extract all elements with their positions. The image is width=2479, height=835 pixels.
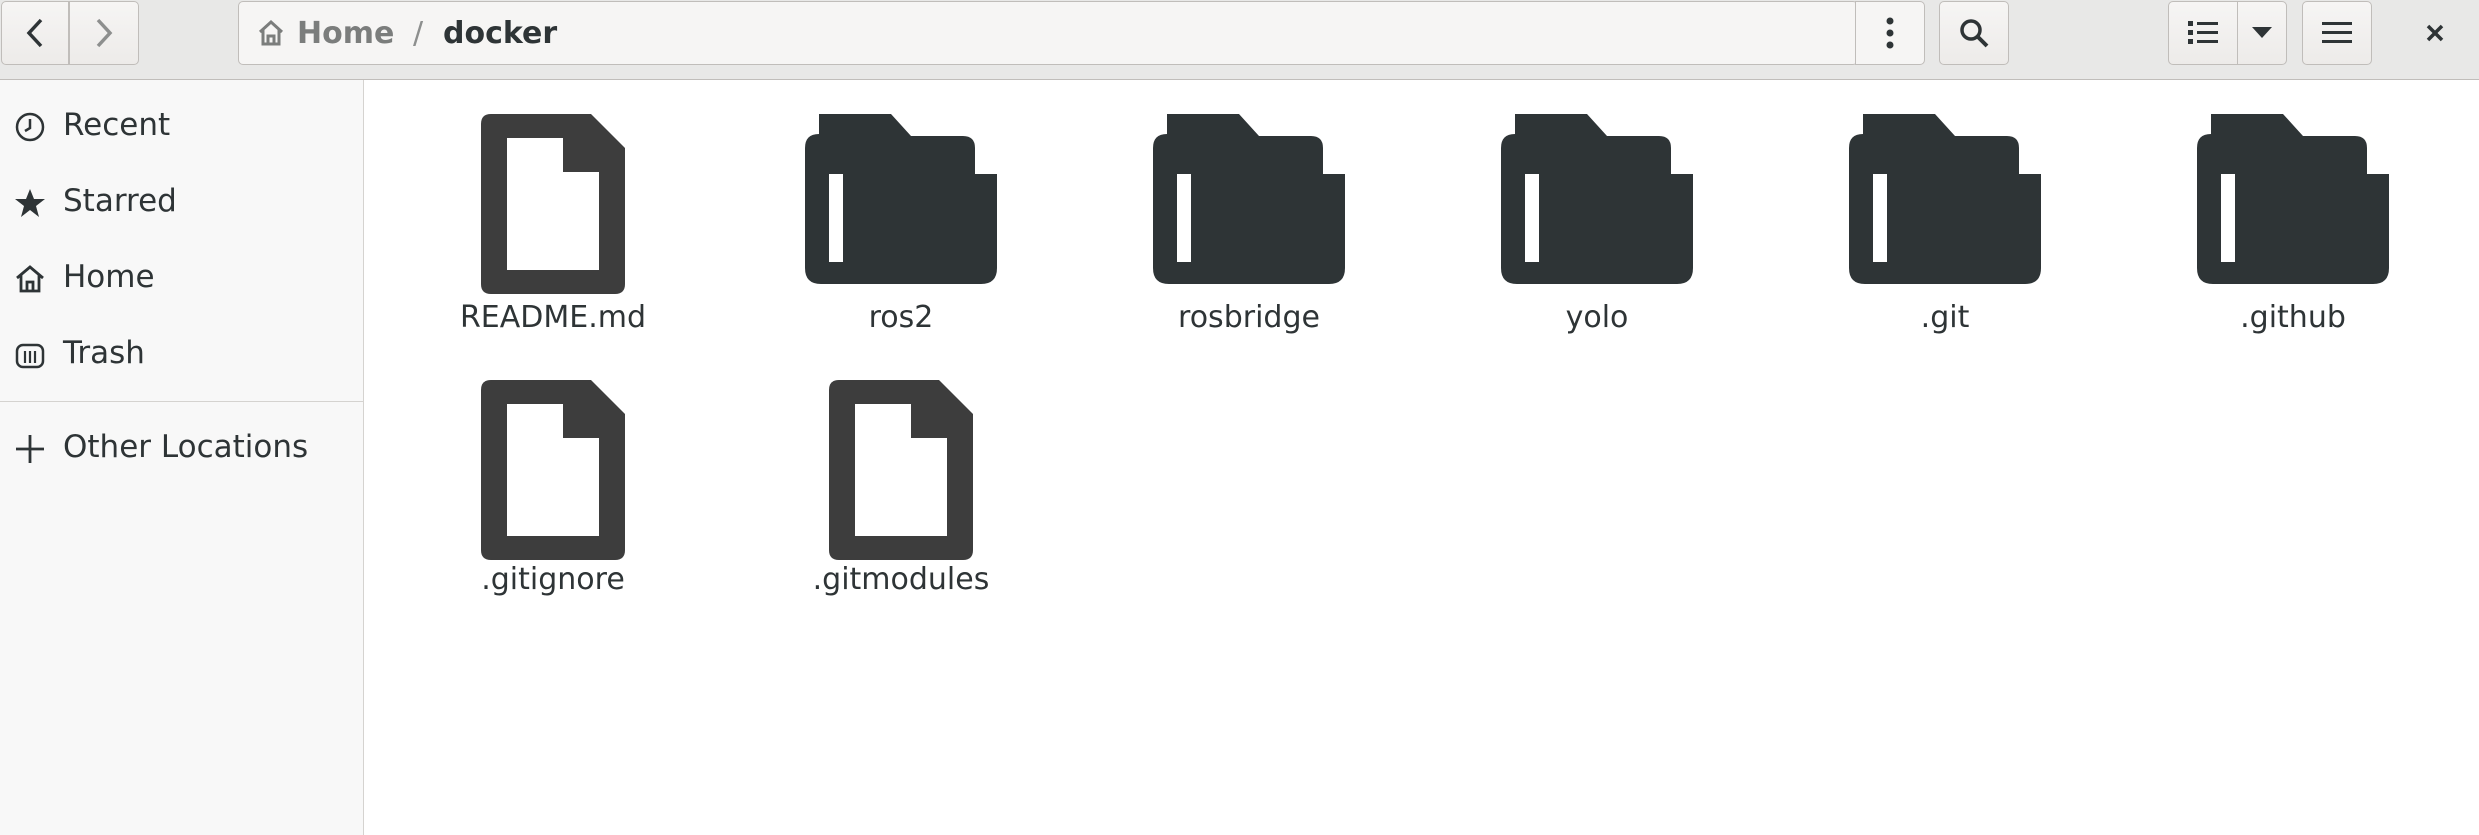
file-name: rosbridge <box>1178 300 1320 335</box>
file-name: .gitmodules <box>812 562 990 597</box>
file-item[interactable]: README.md <box>453 114 653 354</box>
main-menu-button[interactable] <box>2302 1 2372 65</box>
go-previous-icon <box>26 18 43 48</box>
sidebar-item-label: Recent <box>63 107 171 143</box>
file-name: .github <box>2240 300 2346 335</box>
open-menu-icon <box>2322 22 2352 43</box>
folder-item[interactable]: ros2 <box>801 114 1001 354</box>
go-next-icon <box>96 18 113 48</box>
file-name: README.md <box>459 300 647 335</box>
file-item[interactable]: .gitignore <box>453 380 653 620</box>
triangle-down-icon <box>2252 27 2272 38</box>
close-icon <box>2426 24 2444 42</box>
folder-icon <box>1849 114 2041 284</box>
folder-icon <box>1501 114 1693 284</box>
folder-icon <box>2197 114 2389 284</box>
search-icon <box>1960 19 1989 48</box>
home-icon <box>16 265 44 293</box>
file-name: ros2 <box>868 300 934 335</box>
sidebar-item-recent[interactable]: Recent <box>0 89 363 161</box>
folder-icon <box>805 114 997 284</box>
folder-item[interactable]: yolo <box>1497 114 1697 354</box>
text-file-icon <box>481 380 625 560</box>
folder-icon <box>1153 114 1345 284</box>
sidebar-divider <box>0 401 363 402</box>
sidebar-item-label: Home <box>63 259 155 295</box>
sidebar-item-label: Trash <box>63 335 145 371</box>
clock-icon <box>15 112 45 142</box>
breadcrumb-separator: / <box>413 15 424 51</box>
view-toggle-button[interactable] <box>2168 1 2238 65</box>
view-options-button[interactable] <box>2237 1 2287 65</box>
file-name: .git <box>1920 300 1970 335</box>
folder-item[interactable]: .git <box>1845 114 2045 354</box>
trash-icon <box>15 343 45 369</box>
text-file-icon <box>829 380 973 560</box>
close-button[interactable] <box>2400 1 2470 65</box>
back-button[interactable] <box>1 1 69 65</box>
file-view: README.md ros2 rosbridge yolo .git .gith… <box>364 80 2479 835</box>
star-icon <box>15 189 45 217</box>
list-view-icon <box>2188 21 2218 44</box>
plus-icon <box>16 435 44 463</box>
folder-item[interactable]: rosbridge <box>1149 114 1349 354</box>
file-item[interactable]: .gitmodules <box>801 380 1001 620</box>
forward-button[interactable] <box>69 1 139 65</box>
file-name: .gitignore <box>481 562 625 597</box>
file-name: yolo <box>1565 300 1629 335</box>
sidebar-item-starred[interactable]: Starred <box>0 165 363 237</box>
breadcrumb-home-label: Home <box>297 15 395 51</box>
view-more-vertical-icon <box>1886 17 1894 49</box>
path-menu-button[interactable] <box>1855 1 1925 65</box>
sidebar-item-label: Starred <box>63 183 177 219</box>
breadcrumb-current[interactable]: docker <box>443 2 557 64</box>
sidebar: Recent Starred Home Trash Other Location… <box>0 80 364 835</box>
folder-item[interactable]: .github <box>2193 114 2393 354</box>
text-file-icon <box>481 114 625 294</box>
sidebar-item-other-locations[interactable]: Other Locations <box>0 411 363 483</box>
sidebar-item-trash[interactable]: Trash <box>0 317 363 389</box>
header-bar: Home / docker <box>0 0 2479 80</box>
breadcrumb-home[interactable]: Home <box>257 2 394 64</box>
sidebar-item-label: Other Locations <box>63 429 309 465</box>
sidebar-item-home[interactable]: Home <box>0 241 363 313</box>
search-button[interactable] <box>1939 1 2009 65</box>
home-icon <box>258 19 284 46</box>
path-bar: Home / docker <box>238 1 1858 65</box>
